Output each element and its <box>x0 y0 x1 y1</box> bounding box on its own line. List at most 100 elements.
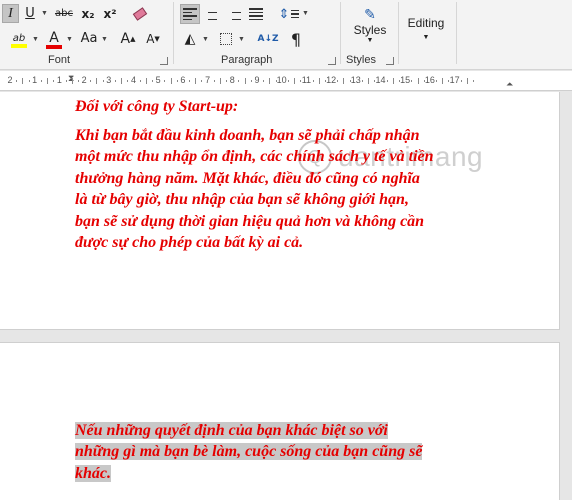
font-color-icon: A <box>49 30 59 46</box>
paragraph-line[interactable]: thưởng hàng năm. Mặt khác, điều đó cũng … <box>75 168 434 189</box>
ruler-tick <box>263 80 265 82</box>
styles-button[interactable]: ✎ Styles ▼ <box>350 0 390 50</box>
borders-icon <box>220 33 232 45</box>
align-center-button[interactable] <box>202 4 222 24</box>
justify-icon <box>249 8 263 20</box>
ruler-tick <box>473 80 475 82</box>
align-left-icon <box>183 8 197 20</box>
line-spacing-button[interactable]: ⇕ <box>278 4 300 24</box>
ruler-tick <box>368 78 370 84</box>
subscript-button[interactable]: x₂ <box>78 4 98 23</box>
paragraph-line[interactable]: một mức thu nhập ổn định, các chính sách… <box>75 146 434 167</box>
sort-button[interactable]: A↓Z <box>257 29 279 49</box>
strikethrough-button[interactable]: abc <box>53 4 75 23</box>
eraser-icon <box>132 6 148 21</box>
ruler-tick <box>466 78 468 84</box>
ruler-tick <box>386 80 388 82</box>
paint-bucket-icon: ◭ <box>184 31 196 47</box>
clear-formatting-button[interactable] <box>130 4 150 23</box>
ruler-tick <box>22 78 24 84</box>
ruler-tick <box>442 78 444 84</box>
editing-button[interactable]: Editing ▼ <box>402 10 450 46</box>
selected-paragraph-line[interactable]: Nếu những quyết định của bạn khác biệt s… <box>75 422 388 439</box>
grow-font-icon: A <box>120 30 131 47</box>
ruler-number: 8 <box>229 75 235 85</box>
ruler-tick <box>127 80 129 82</box>
horizontal-ruler[interactable]: ⧗ ⏶ 211234567891011121314151617 <box>0 71 572 91</box>
document-heading[interactable]: Đối với công ty Start-up: <box>75 96 238 117</box>
highlight-dropdown-icon[interactable]: ▼ <box>32 36 39 43</box>
ruler-tick <box>16 80 18 82</box>
ruler-number: 1 <box>32 75 38 85</box>
ruler-tick <box>312 80 314 82</box>
selected-paragraph-line[interactable]: những gì mà bạn bè làm, cuộc sống của bạ… <box>75 443 423 461</box>
paragraph-dialog-launcher-icon[interactable] <box>328 57 336 65</box>
shrink-font-button[interactable]: A ▼ <box>144 29 162 48</box>
paragraph-line[interactable]: Khi bạn bắt đầu kinh doanh, bạn sẽ phải … <box>75 125 434 146</box>
ruler-tick <box>250 80 252 82</box>
ruler-tick <box>343 78 345 84</box>
editing-dropdown-icon: ▼ <box>422 33 430 41</box>
text-highlight-button[interactable]: ab <box>8 29 30 51</box>
grow-font-button[interactable]: A ▲ <box>119 29 137 48</box>
ruler-number: 7 <box>205 75 211 85</box>
italic-button[interactable]: I <box>2 4 19 23</box>
align-right-button[interactable] <box>224 4 244 24</box>
ruler-tick <box>102 80 104 82</box>
ruler-number: 6 <box>180 75 186 85</box>
ruler-tick <box>294 78 296 84</box>
ruler-tick <box>47 78 49 84</box>
font-dialog-launcher-icon[interactable] <box>160 57 168 65</box>
shading-button[interactable]: ◭ <box>180 29 200 49</box>
sort-az-icon: A↓Z <box>257 34 279 44</box>
underline-dropdown-icon[interactable]: ▼ <box>41 10 48 17</box>
line-spacing-dropdown-icon[interactable]: ▼ <box>302 10 309 17</box>
ruler-tick <box>361 80 363 82</box>
font-color-swatch <box>46 45 62 49</box>
shading-dropdown-icon[interactable]: ▼ <box>202 36 209 43</box>
document-paragraph-1[interactable]: Khi bạn bắt đầu kinh doanh, bạn sẽ phải … <box>75 125 434 253</box>
ruler-tick <box>269 78 271 84</box>
underline-button[interactable]: U <box>22 4 38 23</box>
paragraph-line[interactable]: bạn sẽ sử dụng thời gian hiệu quả hơn và… <box>75 211 434 232</box>
document-page-1[interactable]: Q uantrimang Đối với công ty Start-up: K… <box>0 92 560 330</box>
superscript-button[interactable]: x² <box>100 4 120 23</box>
paragraph-line[interactable]: được sự cho phép của bất kỳ ai cả. <box>75 232 434 253</box>
align-center-icon <box>205 8 219 20</box>
selected-paragraph-line[interactable]: khác. <box>75 464 111 482</box>
right-indent-marker-icon[interactable]: ⏶ <box>506 79 513 90</box>
ruler-number: 1 <box>56 75 62 85</box>
change-case-dropdown-icon[interactable]: ▼ <box>101 36 108 43</box>
change-case-button[interactable]: Aa <box>78 29 100 48</box>
ruler-tick <box>219 78 221 84</box>
show-formatting-button[interactable]: ¶ <box>286 29 306 49</box>
ribbon: I U ▼ abc x₂ x² ab ▼ A ▼ Aa ▼ A ▲ A ▼ Font… <box>0 0 572 70</box>
styles-dropdown-icon: ▼ <box>366 37 374 44</box>
styles-dialog-launcher-icon[interactable] <box>386 57 394 65</box>
ruler-tick <box>170 78 172 84</box>
ruler-tick <box>53 80 55 82</box>
ruler-tick <box>337 80 339 82</box>
font-group-label: Font <box>48 54 71 66</box>
document-page-2[interactable]: Nếu những quyết định của bạn khác biệt s… <box>0 342 560 500</box>
font-color-button[interactable]: A <box>44 29 64 51</box>
ruler-number: 14 <box>375 75 386 85</box>
pilcrow-icon: ¶ <box>290 29 302 49</box>
highlighter-icon: ab <box>12 32 26 44</box>
ruler-tick <box>436 80 438 82</box>
group-divider <box>398 2 399 64</box>
ruler-number: 10 <box>276 75 287 85</box>
justify-button[interactable] <box>246 4 266 24</box>
borders-dropdown-icon[interactable]: ▼ <box>238 36 245 43</box>
ruler-tick <box>176 80 178 82</box>
ruler-tick <box>201 80 203 82</box>
ruler-number: 17 <box>449 75 460 85</box>
font-color-dropdown-icon[interactable]: ▼ <box>66 36 73 43</box>
borders-button[interactable] <box>216 29 236 49</box>
ruler-number: 16 <box>424 75 435 85</box>
ruler-tick <box>213 80 215 82</box>
paragraph-line[interactable]: là từ bây giờ, thu nhập của bạn sẽ không… <box>75 189 434 210</box>
ruler-tick <box>121 78 123 84</box>
document-paragraph-2-selected[interactable]: Nếu những quyết định của bạn khác biệt s… <box>75 420 423 484</box>
align-left-button[interactable] <box>180 4 200 24</box>
